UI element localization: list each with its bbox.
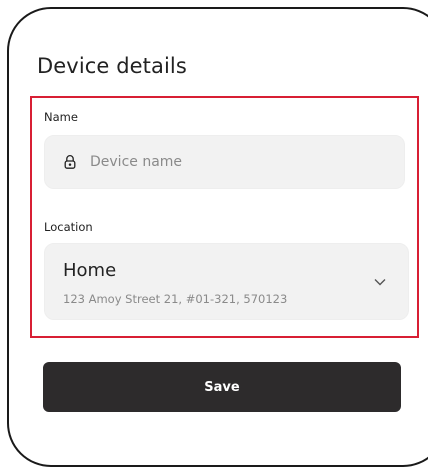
chevron-down-icon xyxy=(374,279,386,286)
device-name-input[interactable]: Device name xyxy=(44,135,405,189)
device-name-placeholder: Device name xyxy=(90,154,183,170)
save-button[interactable]: Save xyxy=(43,362,401,412)
lock-icon xyxy=(62,154,78,170)
location-select[interactable]: Home 123 Amoy Street 21, #01-321, 570123 xyxy=(44,243,409,320)
location-label: Location xyxy=(44,220,93,234)
location-address: 123 Amoy Street 21, #01-321, 570123 xyxy=(63,292,288,306)
page-title: Device details xyxy=(37,54,187,78)
location-value: Home xyxy=(63,260,117,281)
name-label: Name xyxy=(44,110,78,124)
